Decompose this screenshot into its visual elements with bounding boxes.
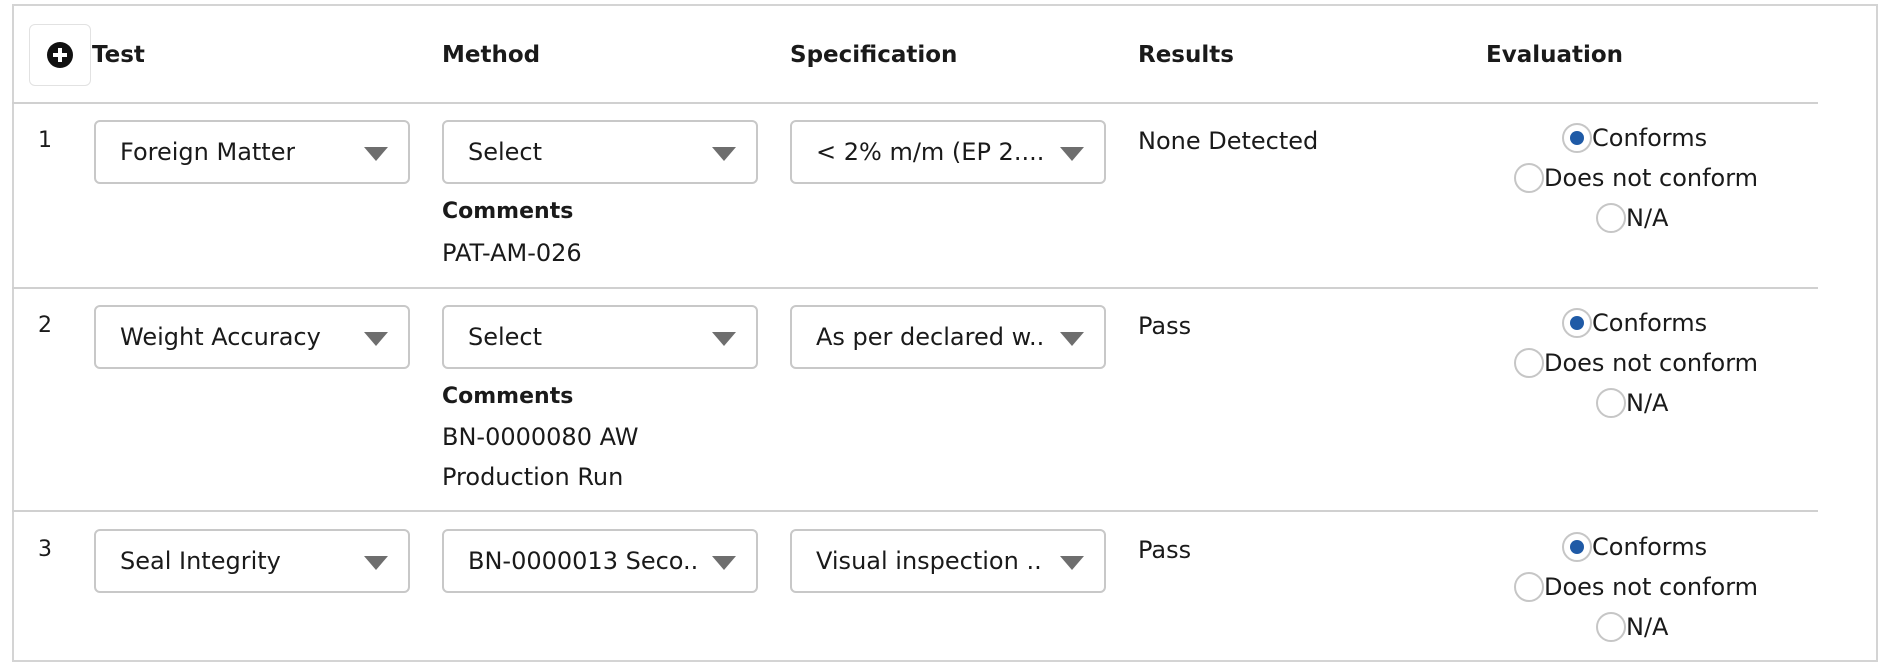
- result-value: None Detected: [1138, 127, 1319, 155]
- chevron-down-icon: [364, 147, 388, 161]
- add-test-button[interactable]: [29, 24, 91, 86]
- test-select[interactable]: Seal Integrity: [94, 529, 410, 593]
- chevron-down-icon: [364, 556, 388, 570]
- chevron-down-icon: [712, 147, 736, 161]
- radio-selected-icon[interactable]: [1562, 308, 1592, 338]
- comment-line: Production Run: [442, 463, 624, 491]
- test-select[interactable]: Foreign Matter: [94, 120, 410, 184]
- radio-icon[interactable]: [1514, 163, 1544, 193]
- result-value: Pass: [1138, 312, 1192, 340]
- evaluation-conforms[interactable]: Conforms: [1562, 532, 1707, 562]
- comments-label: Comments: [442, 199, 574, 224]
- comments-label: Comments: [442, 384, 574, 409]
- specification-select[interactable]: As per declared w...: [790, 305, 1106, 369]
- radio-selected-icon[interactable]: [1562, 123, 1592, 153]
- header-method: Method: [442, 42, 541, 68]
- radio-icon[interactable]: [1596, 388, 1626, 418]
- row-divider: [12, 510, 1818, 512]
- chevron-down-icon: [1060, 556, 1084, 570]
- evaluation-conforms[interactable]: Conforms: [1562, 308, 1707, 338]
- row-number: 2: [38, 313, 52, 338]
- evaluation-does-not-conform[interactable]: Does not conform: [1514, 348, 1758, 378]
- evaluation-conforms[interactable]: Conforms: [1562, 123, 1707, 153]
- plus-circle-icon: [47, 42, 73, 68]
- radio-selected-icon[interactable]: [1562, 532, 1592, 562]
- row-number: 1: [38, 128, 52, 153]
- result-value: Pass: [1138, 536, 1192, 564]
- header-evaluation: Evaluation: [1486, 42, 1624, 68]
- evaluation-does-not-conform[interactable]: Does not conform: [1514, 163, 1758, 193]
- chevron-down-icon: [712, 556, 736, 570]
- header-results: Results: [1138, 42, 1234, 68]
- radio-icon[interactable]: [1514, 572, 1544, 602]
- row-number: 3: [38, 537, 52, 562]
- header-test: Test: [92, 42, 145, 68]
- evaluation-na[interactable]: N/A: [1596, 612, 1668, 642]
- chevron-down-icon: [712, 332, 736, 346]
- specification-select[interactable]: Visual inspection ...: [790, 529, 1106, 593]
- comment-line: BN-0000080 AW: [442, 423, 639, 451]
- evaluation-na[interactable]: N/A: [1596, 203, 1668, 233]
- radio-icon[interactable]: [1596, 203, 1626, 233]
- method-select[interactable]: Select: [442, 305, 758, 369]
- radio-icon[interactable]: [1596, 612, 1626, 642]
- method-select[interactable]: BN-0000013 Seco...: [442, 529, 758, 593]
- comment-line: PAT-AM-026: [442, 239, 582, 267]
- specification-select[interactable]: < 2% m/m (EP 2....: [790, 120, 1106, 184]
- test-select[interactable]: Weight Accuracy: [94, 305, 410, 369]
- row-divider: [12, 287, 1818, 289]
- chevron-down-icon: [1060, 147, 1084, 161]
- evaluation-na[interactable]: N/A: [1596, 388, 1668, 418]
- chevron-down-icon: [364, 332, 388, 346]
- method-select[interactable]: Select: [442, 120, 758, 184]
- chevron-down-icon: [1060, 332, 1084, 346]
- header-divider: [12, 102, 1818, 104]
- evaluation-does-not-conform[interactable]: Does not conform: [1514, 572, 1758, 602]
- header-specification: Specification: [790, 42, 958, 68]
- radio-icon[interactable]: [1514, 348, 1544, 378]
